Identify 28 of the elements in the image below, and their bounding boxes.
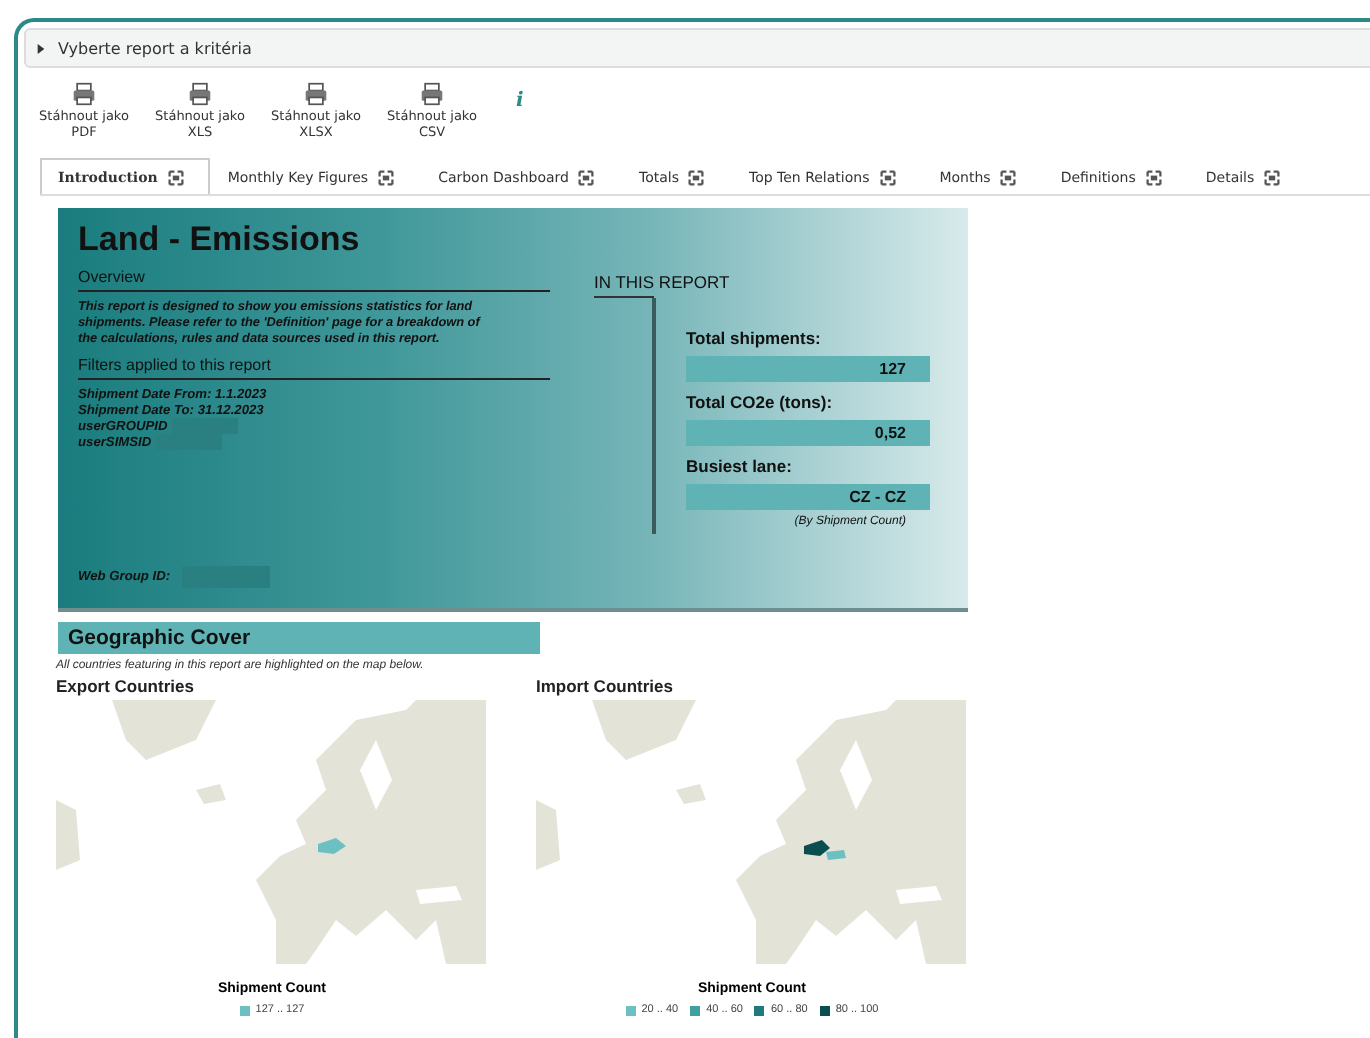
printer-icon <box>188 82 212 106</box>
expand-icon <box>1264 169 1281 185</box>
expand-icon <box>1000 169 1017 185</box>
printer-icon <box>304 82 328 106</box>
stat-label: Total shipments: <box>686 328 823 348</box>
expand-icon <box>167 169 184 185</box>
expand-icon <box>378 169 395 185</box>
expand-icon <box>879 169 896 185</box>
criteria-bar[interactable]: Vyberte report a kritéria <box>24 28 1370 68</box>
stat-label: Busiest lane: <box>686 456 794 476</box>
expand-icon <box>1145 169 1162 185</box>
stat-value: 0,52 <box>686 420 930 446</box>
printer-icon <box>420 82 444 106</box>
map-title: Import Countries <box>536 676 675 696</box>
report-title: Land - Emissions <box>78 220 362 260</box>
section-heading: Filters applied to this report <box>78 356 550 380</box>
info-icon[interactable]: i <box>516 90 524 112</box>
section-heading: IN THIS REPORT <box>594 272 730 296</box>
printer-icon <box>72 82 96 106</box>
stat-value: 127 <box>686 356 930 382</box>
caret-right-icon <box>36 43 46 53</box>
map-title: Export Countries <box>56 676 196 696</box>
section-heading: Geographic Cover <box>58 622 540 654</box>
section-heading: Overview <box>78 268 550 292</box>
stat-value: CZ - CZ <box>686 484 930 510</box>
expand-icon <box>578 169 595 185</box>
expand-icon <box>688 169 705 185</box>
stat-label: Total CO2e (tons): <box>686 392 835 412</box>
